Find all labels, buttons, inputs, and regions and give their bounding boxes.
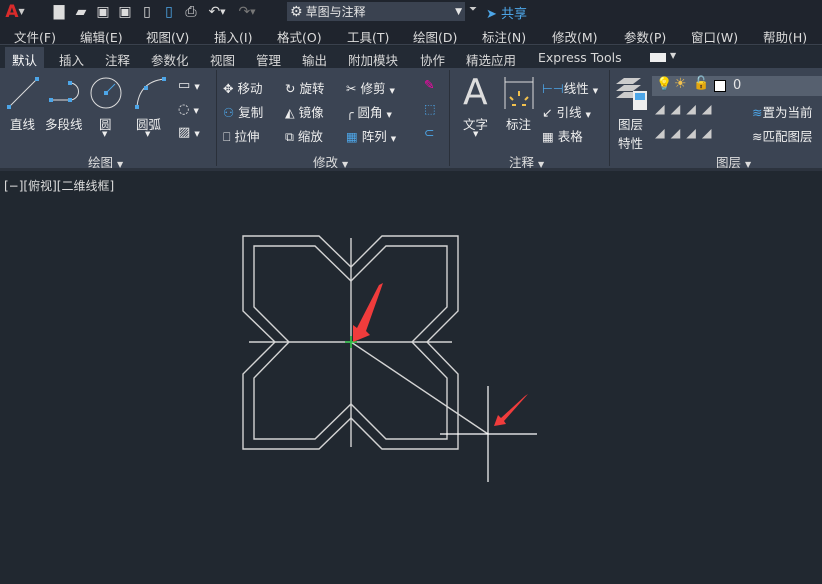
drawing-canvas[interactable] [0, 0, 822, 584]
red-arrow-1-icon [353, 283, 383, 342]
rubber-band-line [350, 341, 489, 435]
red-arrow-2-icon [494, 394, 528, 426]
crosshair-cursor [440, 386, 537, 482]
